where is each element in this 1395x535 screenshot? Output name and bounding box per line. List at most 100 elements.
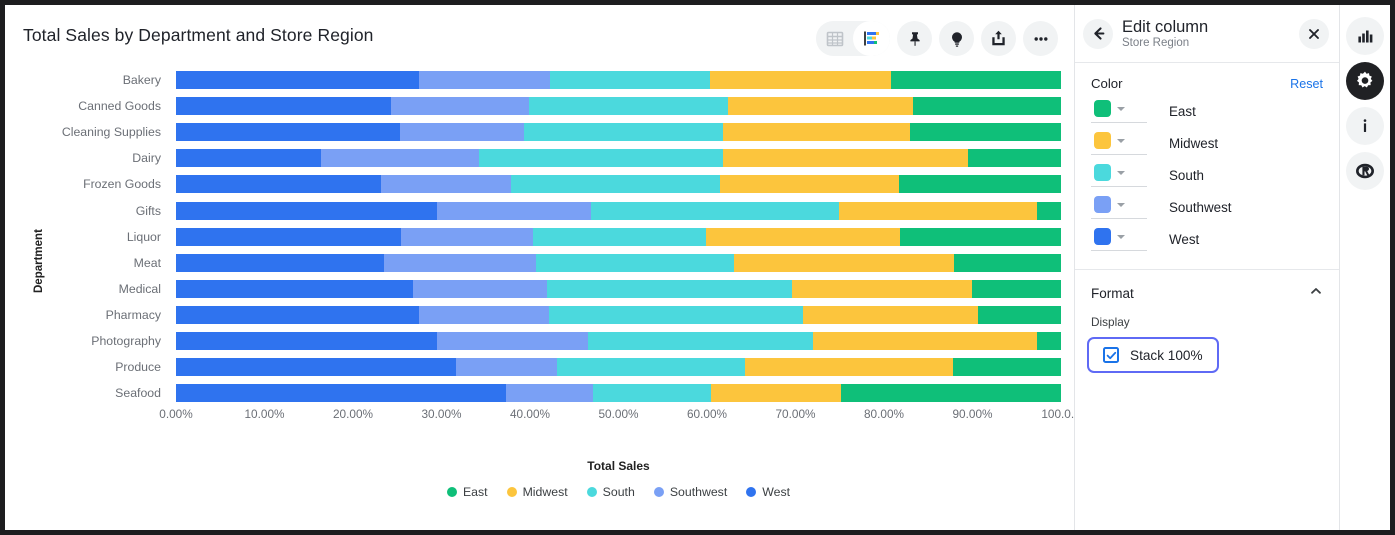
bar-segment[interactable] bbox=[593, 384, 712, 402]
stacked-bar[interactable] bbox=[176, 358, 1061, 376]
legend-item[interactable]: Midwest bbox=[507, 485, 568, 499]
format-section-header[interactable]: Format bbox=[1075, 270, 1339, 303]
bar-segment[interactable] bbox=[400, 123, 524, 141]
bar-segment[interactable] bbox=[413, 280, 547, 298]
bar-segment[interactable] bbox=[953, 358, 1061, 376]
bar-segment[interactable] bbox=[176, 228, 401, 246]
bar-segment[interactable] bbox=[176, 332, 437, 350]
stacked-bar[interactable] bbox=[176, 280, 1061, 298]
stacked-bar[interactable] bbox=[176, 149, 1061, 167]
bar-segment[interactable] bbox=[176, 358, 456, 376]
bar-segment[interactable] bbox=[479, 149, 723, 167]
bar-segment[interactable] bbox=[419, 71, 550, 89]
info-icon[interactable] bbox=[1346, 107, 1384, 145]
pin-icon[interactable] bbox=[897, 21, 932, 56]
stacked-bar[interactable] bbox=[176, 384, 1061, 402]
bar-segment[interactable] bbox=[1037, 202, 1061, 220]
bar-segment[interactable] bbox=[176, 97, 391, 115]
stack-100-checkbox-row[interactable]: Stack 100% bbox=[1087, 337, 1219, 373]
bar-segment[interactable] bbox=[972, 280, 1061, 298]
bar-segment[interactable] bbox=[710, 71, 891, 89]
bar-chart-view-icon[interactable] bbox=[853, 21, 890, 56]
stacked-bar[interactable] bbox=[176, 228, 1061, 246]
bar-segment[interactable] bbox=[547, 280, 792, 298]
more-options-icon[interactable] bbox=[1023, 21, 1058, 56]
bar-segment[interactable] bbox=[1037, 332, 1061, 350]
bar-segment[interactable] bbox=[321, 149, 479, 167]
bar-segment[interactable] bbox=[529, 97, 728, 115]
bar-segment[interactable] bbox=[792, 280, 972, 298]
color-picker-dropdown[interactable] bbox=[1091, 132, 1147, 155]
chevron-down-icon[interactable] bbox=[1117, 203, 1125, 207]
bar-segment[interactable] bbox=[813, 332, 1037, 350]
color-picker-dropdown[interactable] bbox=[1091, 164, 1147, 187]
bar-chart-icon[interactable] bbox=[1346, 17, 1384, 55]
bar-segment[interactable] bbox=[437, 202, 591, 220]
bar-segment[interactable] bbox=[176, 254, 384, 272]
stack-100-checkbox[interactable] bbox=[1103, 347, 1119, 363]
bar-segment[interactable] bbox=[401, 228, 534, 246]
bar-segment[interactable] bbox=[588, 332, 814, 350]
bar-segment[interactable] bbox=[506, 384, 593, 402]
bar-segment[interactable] bbox=[839, 202, 1037, 220]
bar-segment[interactable] bbox=[176, 175, 381, 193]
bar-segment[interactable] bbox=[720, 175, 899, 193]
bar-segment[interactable] bbox=[176, 280, 413, 298]
stacked-bar[interactable] bbox=[176, 306, 1061, 324]
bar-segment[interactable] bbox=[419, 306, 549, 324]
bar-segment[interactable] bbox=[968, 149, 1061, 167]
r-logo-icon[interactable] bbox=[1346, 152, 1384, 190]
bar-segment[interactable] bbox=[176, 306, 419, 324]
stacked-bar[interactable] bbox=[176, 254, 1061, 272]
bar-segment[interactable] bbox=[706, 228, 900, 246]
stacked-bar[interactable] bbox=[176, 97, 1061, 115]
bar-segment[interactable] bbox=[954, 254, 1061, 272]
back-arrow-icon[interactable] bbox=[1083, 19, 1113, 49]
chevron-down-icon[interactable] bbox=[1117, 107, 1125, 111]
chevron-up-icon[interactable] bbox=[1309, 284, 1323, 303]
close-icon[interactable] bbox=[1299, 19, 1329, 49]
legend-item[interactable]: East bbox=[447, 485, 488, 499]
share-upload-icon[interactable] bbox=[981, 21, 1016, 56]
bar-segment[interactable] bbox=[745, 358, 953, 376]
chevron-down-icon[interactable] bbox=[1117, 235, 1125, 239]
lightbulb-icon[interactable] bbox=[939, 21, 974, 56]
bar-segment[interactable] bbox=[723, 123, 910, 141]
bar-segment[interactable] bbox=[176, 71, 419, 89]
bar-segment[interactable] bbox=[549, 306, 803, 324]
bar-segment[interactable] bbox=[841, 384, 1060, 402]
stacked-bar[interactable] bbox=[176, 202, 1061, 220]
bar-segment[interactable] bbox=[511, 175, 720, 193]
legend-item[interactable]: West bbox=[746, 485, 790, 499]
stacked-bar[interactable] bbox=[176, 123, 1061, 141]
bar-segment[interactable] bbox=[803, 306, 978, 324]
bar-segment[interactable] bbox=[978, 306, 1061, 324]
bar-segment[interactable] bbox=[437, 332, 587, 350]
bar-segment[interactable] bbox=[728, 97, 913, 115]
gear-icon[interactable] bbox=[1346, 62, 1384, 100]
legend-item[interactable]: Southwest bbox=[654, 485, 727, 499]
bar-segment[interactable] bbox=[384, 254, 536, 272]
bar-segment[interactable] bbox=[550, 71, 710, 89]
bar-segment[interactable] bbox=[899, 175, 1061, 193]
color-picker-dropdown[interactable] bbox=[1091, 100, 1147, 123]
color-picker-dropdown[interactable] bbox=[1091, 196, 1147, 219]
bar-segment[interactable] bbox=[176, 384, 506, 402]
stacked-bar[interactable] bbox=[176, 175, 1061, 193]
bar-segment[interactable] bbox=[891, 71, 1061, 89]
chevron-down-icon[interactable] bbox=[1117, 139, 1125, 143]
bar-segment[interactable] bbox=[910, 123, 1061, 141]
bar-segment[interactable] bbox=[900, 228, 1061, 246]
chevron-down-icon[interactable] bbox=[1117, 171, 1125, 175]
bar-segment[interactable] bbox=[711, 384, 841, 402]
bar-segment[interactable] bbox=[524, 123, 723, 141]
legend-item[interactable]: South bbox=[587, 485, 635, 499]
bar-segment[interactable] bbox=[591, 202, 839, 220]
bar-segment[interactable] bbox=[536, 254, 734, 272]
bar-segment[interactable] bbox=[723, 149, 968, 167]
stacked-bar[interactable] bbox=[176, 71, 1061, 89]
bar-segment[interactable] bbox=[176, 123, 400, 141]
stacked-bar[interactable] bbox=[176, 332, 1061, 350]
bar-segment[interactable] bbox=[913, 97, 1061, 115]
bar-segment[interactable] bbox=[456, 358, 558, 376]
